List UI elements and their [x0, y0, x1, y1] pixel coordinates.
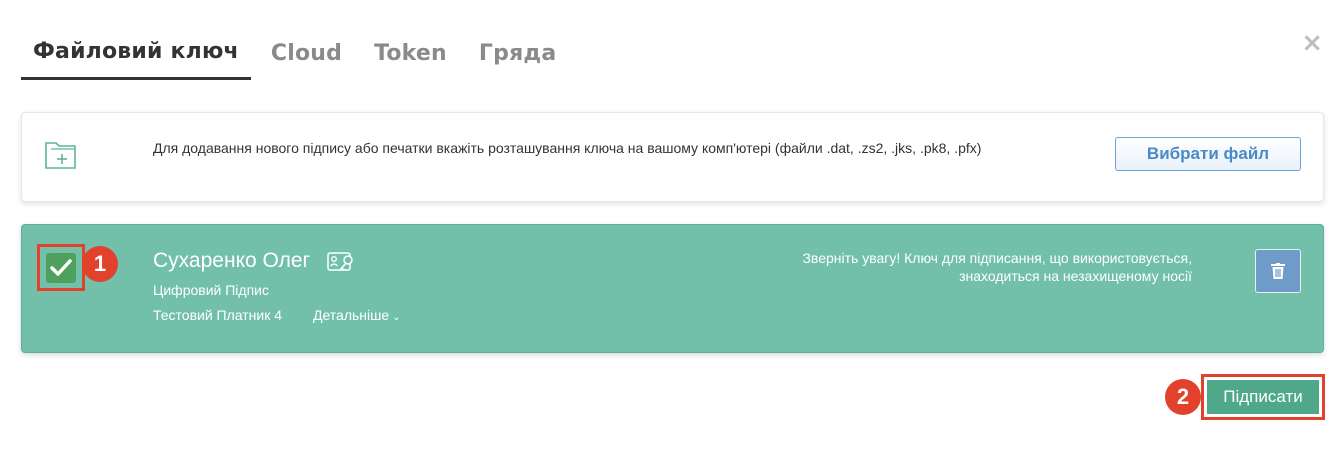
- sign-button[interactable]: Підписати: [1207, 380, 1319, 414]
- highlight-frame-1: [37, 244, 85, 291]
- key-owner-name: Сухаренко Олег: [153, 249, 311, 272]
- details-label: Детальніше: [313, 307, 390, 323]
- details-link[interactable]: Детальніше ⌄: [313, 307, 401, 323]
- unprotected-media-warning: Зверніть увагу! Ключ для підписання, що …: [802, 250, 1192, 284]
- key-issuer: Тестовий Платник 4: [153, 307, 283, 323]
- tab-cloud[interactable]: Cloud: [259, 27, 354, 80]
- key-type: Цифровий Підпис: [153, 282, 269, 298]
- tab-gryada[interactable]: Гряда: [467, 27, 569, 80]
- sign-dialog: Файловий ключ Cloud Token Гряда × Для до…: [0, 0, 1342, 460]
- key-card: Сухаренко Олег Цифровий Підпис Тестовий …: [21, 224, 1324, 353]
- upload-card: Для додавання нового підпису або печатки…: [21, 112, 1324, 202]
- trash-icon: [1271, 263, 1285, 279]
- step-badge-2: 2: [1165, 379, 1201, 415]
- highlight-frame-2: Підписати: [1201, 374, 1325, 420]
- tab-file-key[interactable]: Файловий ключ: [21, 25, 251, 80]
- delete-key-button[interactable]: [1255, 249, 1301, 293]
- key-source-tabs: Файловий ключ Cloud Token Гряда: [21, 22, 576, 80]
- key-select-checkbox[interactable]: [46, 253, 76, 283]
- choose-file-button[interactable]: Вибрати файл: [1115, 137, 1301, 171]
- checkmark-icon: [50, 259, 72, 276]
- close-icon[interactable]: ×: [1301, 30, 1323, 56]
- tab-token[interactable]: Token: [362, 27, 459, 80]
- id-card-key-icon: [327, 252, 353, 271]
- folder-add-icon: [45, 142, 76, 169]
- chevron-down-icon: ⌄: [392, 312, 401, 323]
- upload-instructions: Для додавання нового підпису або печатки…: [153, 140, 982, 156]
- step-badge-1: 1: [82, 246, 118, 282]
